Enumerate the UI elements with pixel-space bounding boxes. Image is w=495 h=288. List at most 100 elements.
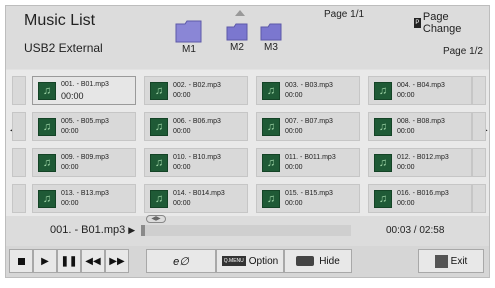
fast-forward-icon: ▶▶ xyxy=(109,255,125,267)
file-name: 007. - B07.mp3 xyxy=(285,117,333,125)
file-duration: 00:00 xyxy=(61,90,84,101)
file-name: 006. - B06.mp3 xyxy=(173,117,221,125)
pause-button[interactable]: ❚❚ xyxy=(57,249,81,273)
file-name: 005. - B05.mp3 xyxy=(61,117,109,125)
music-file-tile[interactable]: ♫ 006. - B06.mp3 00:00 xyxy=(144,112,248,141)
folder-label: M1 xyxy=(182,44,196,55)
folder-m2[interactable]: M2 xyxy=(226,22,248,53)
folder-page-indicator: Page 1/1 xyxy=(324,9,365,20)
file-name: 004. - B04.mp3 xyxy=(397,81,445,89)
progress-fill xyxy=(141,225,145,236)
control-bar: ▶ ❚❚ ◀◀ ▶▶ e∅ Q.MENU Option Hide Exit xyxy=(6,246,489,277)
file-info: 016. - B016.mp3 00:00 xyxy=(397,190,449,208)
option-button[interactable]: Q.MENU Option xyxy=(216,249,284,273)
music-file-tile[interactable]: ♫ 004. - B04.mp3 00:00 xyxy=(368,76,472,105)
file-name: 012. - B012.mp3 xyxy=(397,153,449,161)
file-name: 016. - B016.mp3 xyxy=(397,189,449,197)
music-file-tile[interactable]: ♫ 012. - B012.mp3 00:00 xyxy=(368,148,472,177)
file-info: 014. - B014.mp3 00:00 xyxy=(173,190,225,208)
file-info: 015. - B15.mp3 00:00 xyxy=(285,190,333,208)
folder-icon xyxy=(226,23,248,41)
music-note-icon: ♫ xyxy=(38,81,56,100)
file-name: 002. - B02.mp3 xyxy=(173,81,221,89)
play-button[interactable]: ▶ xyxy=(33,249,57,273)
music-file-tile[interactable]: ♫ 011. - B011.mp3 00:00 xyxy=(256,148,360,177)
up-arrow-icon[interactable] xyxy=(235,10,245,16)
file-duration: 00:00 xyxy=(61,199,79,207)
file-info: 008. - B08.mp3 00:00 xyxy=(397,118,445,136)
file-name: 011. - B011.mp3 xyxy=(285,153,336,161)
music-note-icon: ♫ xyxy=(150,153,168,172)
page-change-hint[interactable]: P Page Change xyxy=(414,11,489,35)
rewind-button[interactable]: ◀◀ xyxy=(81,249,105,273)
file-info: 003. - B03.mp3 00:00 xyxy=(285,82,333,100)
music-note-icon: ♫ xyxy=(38,189,56,208)
file-info: 004. - B04.mp3 00:00 xyxy=(397,82,445,100)
q-menu-key-icon: Q.MENU xyxy=(221,256,246,266)
file-info: 010. - B10.mp3 00:00 xyxy=(173,154,221,172)
playback-bar: 001. - B01.mp3 ▶ ◀▶ 00:03 / 02:58 xyxy=(6,215,489,246)
file-duration: 00:00 xyxy=(285,163,303,171)
music-file-tile[interactable]: ♫ 013. - B13.mp3 00:00 xyxy=(32,184,136,213)
music-note-icon: ♫ xyxy=(374,189,392,208)
file-info: 007. - B07.mp3 00:00 xyxy=(285,118,333,136)
playback-time: 00:03 / 02:58 xyxy=(386,225,445,236)
music-note-icon: ♫ xyxy=(262,117,280,136)
header: Music List USB2 External M1 M2 M3 Page 1… xyxy=(6,6,489,69)
music-file-tile[interactable]: ♫ 008. - B08.mp3 00:00 xyxy=(368,112,472,141)
file-duration: 00:00 xyxy=(397,163,415,171)
folder-icon xyxy=(175,20,202,43)
play-icon: ▶ xyxy=(41,255,49,267)
folder-label: M3 xyxy=(264,42,278,53)
music-file-tile[interactable]: ♫ 002. - B02.mp3 00:00 xyxy=(144,76,248,105)
stop-icon xyxy=(17,257,25,265)
music-note-icon: ♫ xyxy=(374,153,392,172)
music-file-tile[interactable]: ♫ 009. - B09.mp3 00:00 xyxy=(32,148,136,177)
adjacent-page-tile xyxy=(12,76,26,105)
folder-m1[interactable]: M1 xyxy=(174,18,204,55)
file-grid: ◀ ▶ ♫001. - B01.mp300:00♫002. - B02.mp30… xyxy=(6,70,489,216)
music-note-icon: ♫ xyxy=(262,81,280,100)
file-name: 009. - B09.mp3 xyxy=(61,153,109,161)
rewind-icon: ◀◀ xyxy=(85,255,101,267)
seek-hint-icon: ◀▶ xyxy=(146,215,166,223)
music-note-icon: ♫ xyxy=(150,81,168,100)
music-file-tile[interactable]: ♫ 007. - B07.mp3 00:00 xyxy=(256,112,360,141)
adjacent-page-tile xyxy=(472,148,486,177)
file-duration: 00:00 xyxy=(173,163,191,171)
energy-saving-button[interactable]: e∅ xyxy=(146,249,216,273)
file-duration: 00:00 xyxy=(61,127,79,135)
music-file-tile[interactable]: ♫ 001. - B01.mp3 00:00 xyxy=(32,76,136,105)
file-info: 005. - B05.mp3 00:00 xyxy=(61,118,109,136)
music-file-tile[interactable]: ♫ 014. - B014.mp3 00:00 xyxy=(144,184,248,213)
file-duration: 00:00 xyxy=(397,127,415,135)
file-name: 010. - B10.mp3 xyxy=(173,153,221,161)
play-state-icon: ▶ xyxy=(128,224,136,235)
stop-button[interactable] xyxy=(9,249,33,273)
energy-saving-icon: e∅ xyxy=(173,255,189,268)
folder-icon xyxy=(260,23,282,41)
hide-label: Hide xyxy=(319,255,340,267)
music-file-tile[interactable]: ♫ 016. - B016.mp3 00:00 xyxy=(368,184,472,213)
now-playing-title: 001. - B01.mp3 xyxy=(50,224,126,236)
folder-m3[interactable]: M3 xyxy=(260,22,282,53)
fast-forward-button[interactable]: ▶▶ xyxy=(105,249,129,273)
music-file-tile[interactable]: ♫ 003. - B03.mp3 00:00 xyxy=(256,76,360,105)
music-note-icon: ♫ xyxy=(262,153,280,172)
folder-label: M2 xyxy=(230,42,244,53)
file-duration: 00:00 xyxy=(173,91,191,99)
adjacent-page-tile xyxy=(472,76,486,105)
file-duration: 00:00 xyxy=(285,199,303,207)
device-label: USB2 External xyxy=(24,41,103,55)
music-file-tile[interactable]: ♫ 010. - B10.mp3 00:00 xyxy=(144,148,248,177)
music-note-icon: ♫ xyxy=(374,117,392,136)
music-note-icon: ♫ xyxy=(262,189,280,208)
exit-button[interactable]: Exit xyxy=(418,249,484,273)
music-file-tile[interactable]: ♫ 005. - B05.mp3 00:00 xyxy=(32,112,136,141)
music-note-icon: ♫ xyxy=(38,117,56,136)
hide-button[interactable]: Hide xyxy=(284,249,352,273)
music-file-tile[interactable]: ♫ 015. - B15.mp3 00:00 xyxy=(256,184,360,213)
exit-key-icon xyxy=(434,254,448,268)
file-name: 008. - B08.mp3 xyxy=(397,117,445,125)
progress-bar[interactable] xyxy=(141,225,351,236)
